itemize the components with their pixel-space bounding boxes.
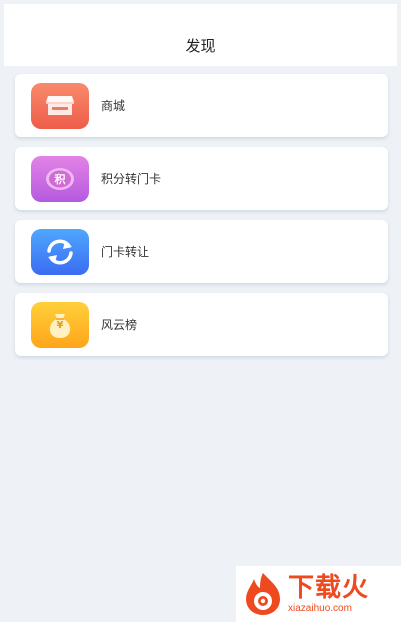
money-bag-icon: ¥ [31, 301, 89, 348]
menu-item-points-to-card[interactable]: 积 积分转门卡 [15, 147, 388, 210]
watermark-title: 下载火 [288, 573, 370, 603]
menu-item-label: 风云榜 [101, 318, 138, 332]
money-bag-icon-text: ¥ [56, 319, 64, 331]
flame-logo-icon [246, 573, 280, 615]
menu-item-leaderboard[interactable]: ¥ 风云榜 [15, 293, 388, 356]
menu-item-card-transfer[interactable]: 门卡转让 [15, 220, 388, 283]
watermark: 下载火 xiazaihuo.com [236, 566, 401, 622]
menu-item-shop[interactable]: 商城 [15, 74, 388, 137]
menu-item-label: 积分转门卡 [101, 172, 162, 186]
points-icon-text: 积 [54, 172, 66, 186]
top-bar: 发现 [4, 4, 397, 66]
transfer-icon [31, 228, 89, 275]
discover-menu-list: 商城 积 积分转门卡 门卡转让 ¥ 风云榜 [15, 74, 388, 366]
watermark-url: xiazaihuo.com [288, 603, 352, 614]
page-title: 发现 [185, 36, 216, 55]
points-icon: 积 [31, 155, 89, 202]
menu-item-label: 门卡转让 [101, 245, 150, 259]
menu-item-label: 商城 [101, 99, 126, 113]
shop-icon [31, 82, 89, 129]
